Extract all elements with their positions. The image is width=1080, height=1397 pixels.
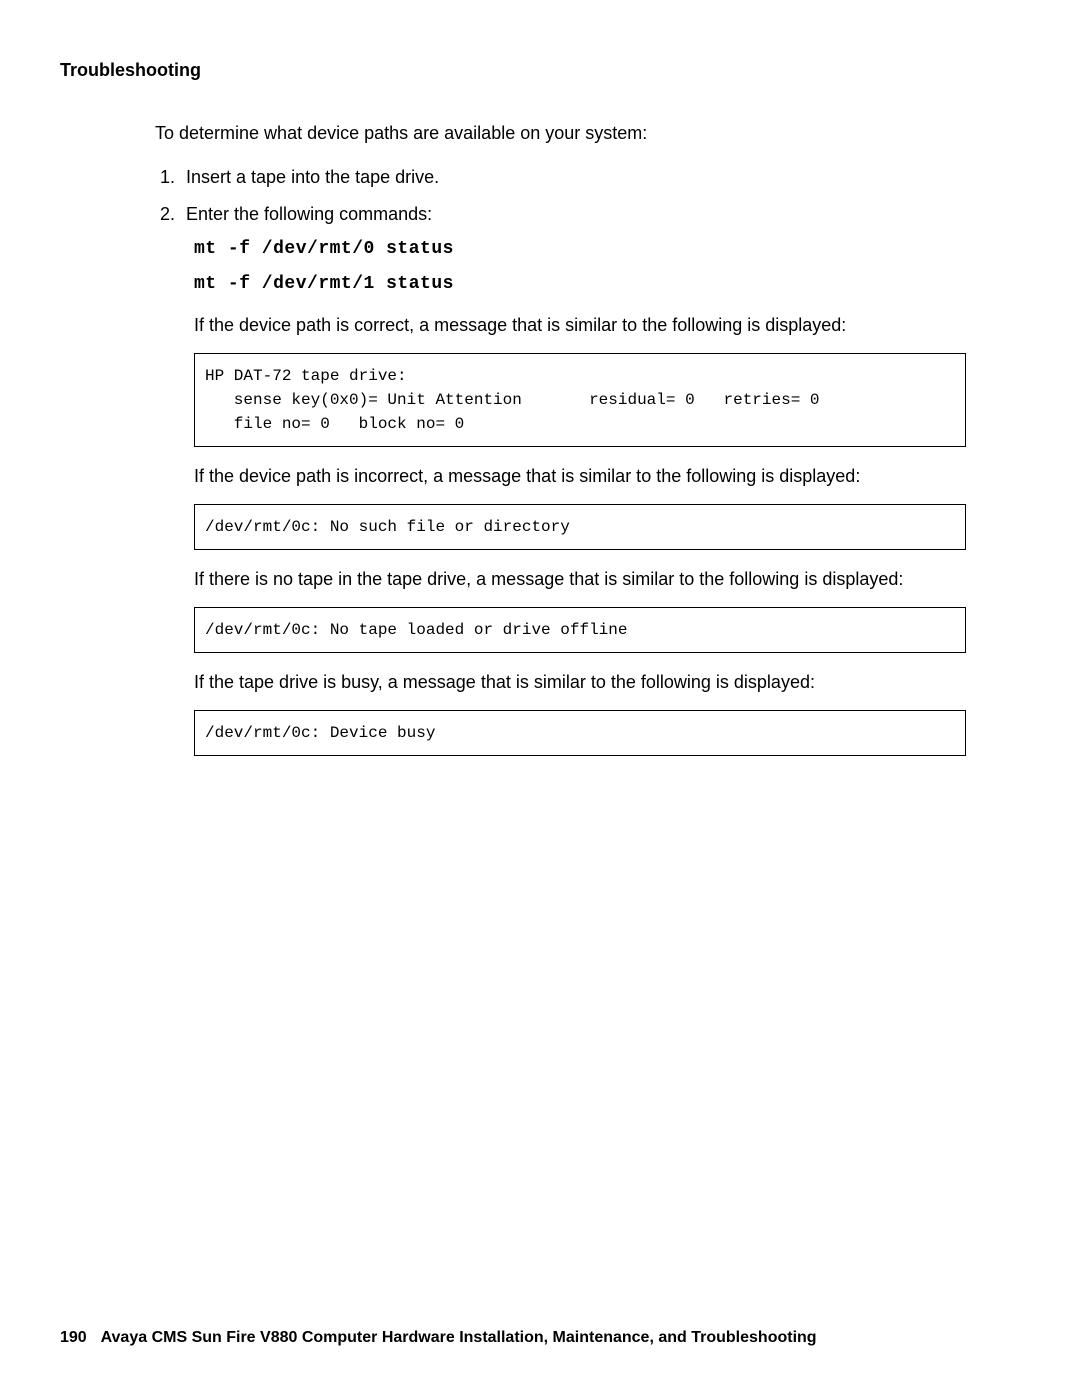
- page-footer: 190 Avaya CMS Sun Fire V880 Computer Har…: [60, 1329, 817, 1347]
- intro-text: To determine what device paths are avail…: [155, 121, 1020, 146]
- step-2: Enter the following commands: mt -f /dev…: [180, 201, 1020, 756]
- section-heading: Troubleshooting: [60, 60, 1020, 81]
- step-1: Insert a tape into the tape drive.: [180, 164, 1020, 191]
- step-1-text: Insert a tape into the tape drive.: [186, 167, 439, 187]
- output-box-incorrect: /dev/rmt/0c: No such file or directory: [194, 504, 966, 550]
- msg-correct-intro: If the device path is correct, a message…: [194, 312, 1020, 339]
- msg-incorrect-intro: If the device path is incorrect, a messa…: [194, 463, 1020, 490]
- page-body: Troubleshooting To determine what device…: [0, 0, 1080, 756]
- output-box-notape: /dev/rmt/0c: No tape loaded or drive off…: [194, 607, 966, 653]
- command-2: mt -f /dev/rmt/1 status: [194, 271, 1020, 298]
- page-number: 190: [60, 1329, 87, 1346]
- command-1: mt -f /dev/rmt/0 status: [194, 236, 1020, 263]
- msg-busy-intro: If the tape drive is busy, a message tha…: [194, 669, 1020, 696]
- output-box-correct: HP DAT-72 tape drive: sense key(0x0)= Un…: [194, 353, 966, 447]
- steps-list: Insert a tape into the tape drive. Enter…: [180, 164, 1020, 756]
- footer-title: Avaya CMS Sun Fire V880 Computer Hardwar…: [101, 1329, 817, 1346]
- msg-notape-intro: If there is no tape in the tape drive, a…: [194, 566, 1020, 593]
- output-box-busy: /dev/rmt/0c: Device busy: [194, 710, 966, 756]
- step-2-text: Enter the following commands:: [186, 204, 432, 224]
